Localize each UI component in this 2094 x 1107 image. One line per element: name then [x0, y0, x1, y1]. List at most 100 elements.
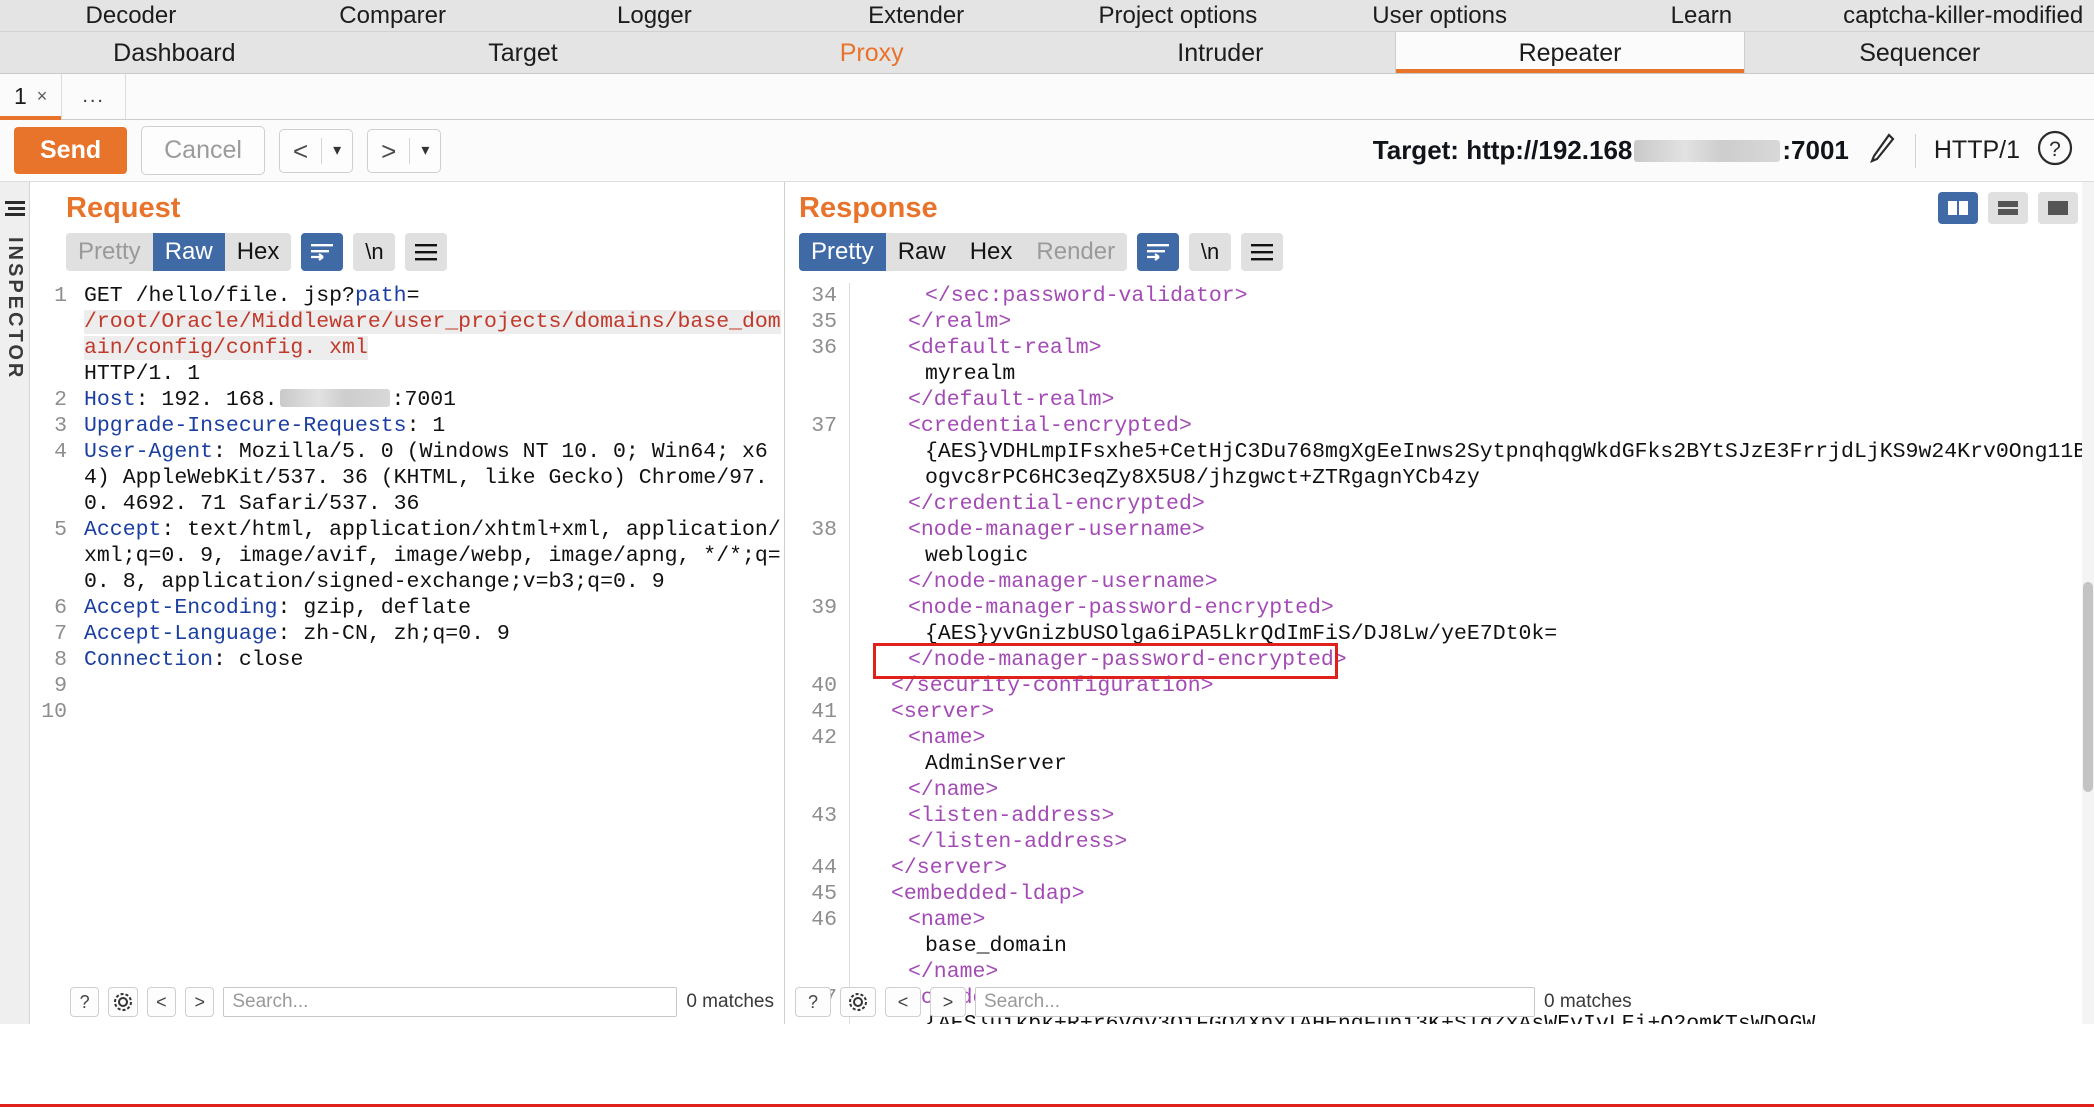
target-url-port: :7001: [1782, 135, 1849, 165]
request-code-area[interactable]: 1 GET /hello/file. jsp?path=/root/Oracle/…: [30, 281, 784, 1024]
menu-item-logger[interactable]: Logger: [524, 0, 786, 32]
menu-item-comparer[interactable]: Comparer: [262, 0, 524, 32]
response-scrollbar[interactable]: [2082, 182, 2094, 1024]
pencil-icon[interactable]: [1867, 131, 1897, 170]
back-arrow-icon[interactable]: <: [280, 130, 321, 172]
protocol-label[interactable]: HTTP/1: [1934, 136, 2020, 165]
forward-nav-group[interactable]: > ▾: [367, 128, 442, 173]
hamburger-icon[interactable]: [4, 198, 26, 223]
menu-item-learn[interactable]: Learn: [1571, 0, 1833, 32]
word-wrap-icon[interactable]: [301, 233, 344, 271]
chevron-down-icon[interactable]: ▾: [410, 130, 440, 172]
single-pane-view-button[interactable]: [2038, 192, 2078, 224]
help-icon[interactable]: ?: [795, 987, 831, 1017]
action-bar: Send Cancel < ▾ > ▾ Target: http://192.1…: [0, 120, 2094, 182]
code-token: </name>: [908, 778, 999, 802]
code-token: =: [406, 284, 420, 308]
code-line: </node-manager-username>: [785, 569, 2094, 595]
code-token: <default-realm>: [908, 336, 1102, 360]
search-next-button[interactable]: >: [185, 987, 215, 1017]
search-next-button[interactable]: >: [930, 987, 966, 1017]
close-icon[interactable]: ×: [37, 86, 48, 107]
code-text: </listen-address>: [849, 829, 1127, 855]
code-text: <name>: [849, 725, 985, 751]
line-number: 42: [785, 725, 849, 751]
code-text: <embedded-ldap>: [849, 881, 1085, 907]
code-token: Upgrade-Insecure-Requests: [84, 414, 407, 438]
request-tab-hex[interactable]: Hex: [225, 233, 292, 271]
code-text: <credential-encrypted>: [849, 413, 1192, 439]
help-icon[interactable]: ?: [70, 987, 100, 1017]
code-line: 2 Host: 192. 168.:7001: [30, 387, 784, 413]
tab-repeater[interactable]: Repeater: [1394, 32, 1746, 73]
gear-icon[interactable]: [108, 987, 138, 1017]
hamburger-icon[interactable]: [405, 233, 448, 271]
code-text: </realm>: [849, 309, 1011, 335]
newline-button[interactable]: \n: [353, 233, 396, 271]
tab-sequencer[interactable]: Sequencer: [1745, 32, 2094, 73]
menu-item-decoder[interactable]: Decoder: [0, 0, 262, 32]
tab-intruder[interactable]: Intruder: [1046, 32, 1395, 73]
response-tab-raw[interactable]: Raw: [886, 233, 958, 271]
code-text: <default-realm>: [849, 335, 1102, 361]
response-scrollbar-thumb[interactable]: [2083, 582, 2093, 792]
response-search-input[interactable]: Search...: [975, 987, 1535, 1017]
request-search-input[interactable]: Search...: [223, 987, 678, 1017]
response-tab-hex[interactable]: Hex: [958, 233, 1025, 271]
inspector-rail[interactable]: INSPECTOR: [0, 182, 30, 1024]
code-token: : zh-CN, zh;q=0. 9: [277, 622, 510, 646]
line-number: 10: [41, 700, 67, 724]
menu-item-project-options[interactable]: Project options: [1047, 0, 1309, 32]
line-number: 39: [785, 595, 849, 621]
request-view-segment[interactable]: Pretty Raw Hex: [66, 233, 292, 271]
code-token: </credential-encrypted>: [908, 492, 1205, 516]
code-text: </security-configuration>: [849, 673, 1214, 699]
line-number: 35: [785, 309, 849, 335]
repeater-tab-1[interactable]: 1 ×: [0, 74, 63, 120]
newline-button[interactable]: \n: [1189, 233, 1232, 271]
code-token: <credential-encrypted>: [908, 414, 1192, 438]
menu-item-user-options[interactable]: User options: [1309, 0, 1571, 32]
code-text: base_domain: [849, 933, 1067, 959]
forward-arrow-icon[interactable]: >: [368, 130, 409, 172]
code-line: </listen-address>: [785, 829, 2094, 855]
top-menu-row: Decoder Comparer Logger Extender Project…: [0, 0, 2094, 32]
chevron-down-icon[interactable]: ▾: [322, 130, 352, 172]
main-tab-row: Dashboard Target Proxy Intruder Repeater…: [0, 32, 2094, 74]
send-button[interactable]: Send: [14, 127, 128, 174]
code-token: Connection: [84, 648, 214, 672]
word-wrap-icon[interactable]: [1137, 233, 1180, 271]
menu-item-extender[interactable]: Extender: [785, 0, 1047, 32]
split-horizontal-view-button[interactable]: [1988, 192, 2028, 224]
tab-proxy[interactable]: Proxy: [697, 32, 1046, 73]
code-line: AdminServer: [785, 751, 2094, 777]
cancel-button[interactable]: Cancel: [141, 126, 265, 175]
response-bottom-bar: ? < > Search... 0 matches: [785, 980, 2094, 1024]
request-tab-pretty[interactable]: Pretty: [66, 233, 153, 271]
search-prev-button[interactable]: <: [146, 987, 177, 1017]
help-icon[interactable]: ?: [2036, 129, 2074, 172]
code-token: <name>: [908, 726, 986, 750]
code-line: weblogic: [785, 543, 2094, 569]
response-code-area[interactable]: 34 </sec:password-validator> 35 </realm> 36 <…: [785, 281, 2094, 1024]
response-tab-render[interactable]: Render: [1024, 233, 1127, 271]
code-token: <listen-address>: [908, 804, 1115, 828]
code-text: </sec:password-validator>: [849, 283, 1248, 309]
code-text: AdminServer: [849, 751, 1067, 777]
hamburger-icon[interactable]: [1241, 233, 1284, 271]
tab-target[interactable]: Target: [349, 32, 698, 73]
response-view-segment[interactable]: Pretty Raw Hex Render: [799, 233, 1128, 271]
split-vertical-view-button[interactable]: [1938, 192, 1978, 224]
code-token: /root/Oracle/Middleware/user_projects/do…: [84, 310, 781, 360]
response-tab-pretty[interactable]: Pretty: [799, 233, 886, 271]
request-tab-raw[interactable]: Raw: [152, 233, 225, 271]
editor-body: INSPECTOR Request Pretty Raw Hex \n 1 GE…: [0, 182, 2094, 1024]
search-prev-button[interactable]: <: [885, 987, 921, 1017]
repeater-add-tab-button[interactable]: ...: [62, 74, 126, 119]
back-nav-group[interactable]: < ▾: [278, 128, 354, 173]
request-match-count: 0 matches: [686, 991, 774, 1012]
menu-item-captcha-killer-modified[interactable]: captcha-killer-modified: [1832, 0, 2094, 32]
gear-icon[interactable]: [840, 987, 876, 1017]
tab-dashboard[interactable]: Dashboard: [0, 32, 349, 73]
line-number: 41: [785, 699, 849, 725]
